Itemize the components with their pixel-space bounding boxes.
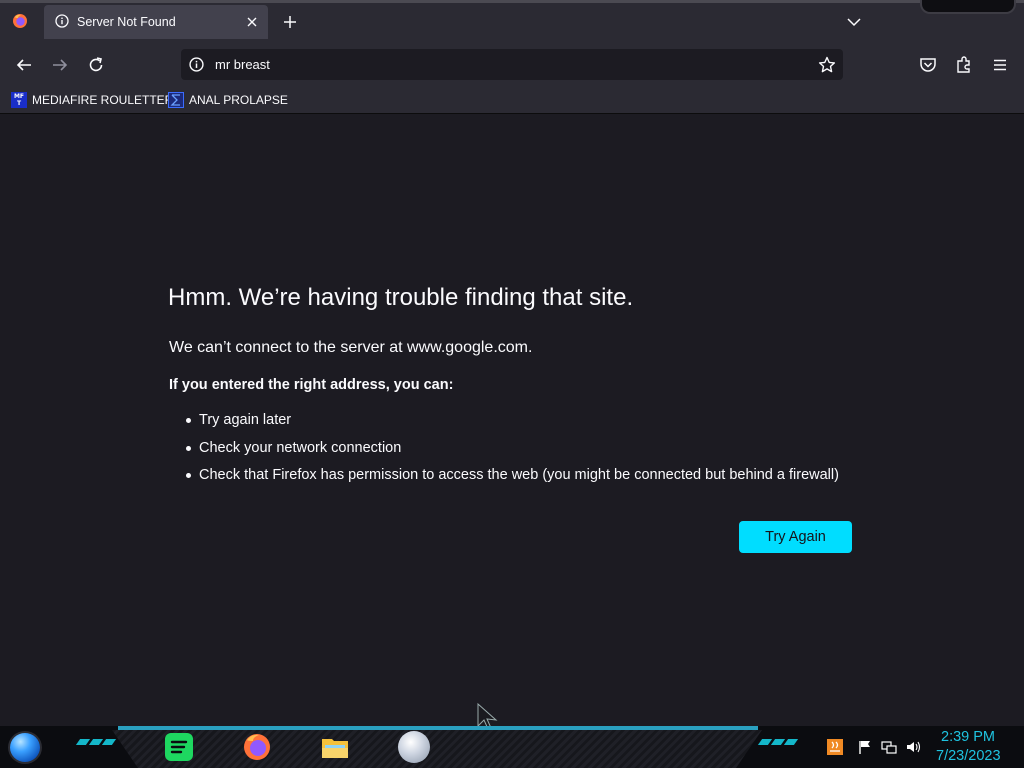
bookmark-mediafire-rouletter[interactable]: MF T MEDIAFIRE ROULETTER xyxy=(11,91,173,108)
window-top-border xyxy=(0,0,1024,3)
list-item: Check your network connection xyxy=(169,438,839,466)
list-item: Check that Firefox has permission to acc… xyxy=(169,465,839,493)
taskbar-center-panel xyxy=(112,730,762,768)
taskbar-decoration xyxy=(75,739,117,747)
file-explorer-icon[interactable] xyxy=(320,732,350,762)
firefox-icon[interactable] xyxy=(242,732,272,762)
new-tab-icon[interactable] xyxy=(280,12,300,32)
firefox-icon[interactable] xyxy=(12,13,28,29)
error-hint: If you entered the right address, you ca… xyxy=(169,377,454,393)
back-arrow-icon[interactable] xyxy=(14,55,34,75)
mediafire-icon: MF T xyxy=(11,91,27,108)
clock-time[interactable]: 2:39 PM xyxy=(941,729,995,745)
sphere-icon[interactable] xyxy=(398,731,430,763)
pocket-icon[interactable] xyxy=(918,55,938,75)
window-decoration xyxy=(920,0,1016,14)
info-icon xyxy=(55,14,69,28)
clock-date[interactable]: 7/23/2023 xyxy=(936,748,1001,764)
chevron-down-icon[interactable] xyxy=(845,13,863,31)
spotify-icon[interactable] xyxy=(164,732,194,762)
info-icon[interactable] xyxy=(189,57,204,72)
address-input[interactable]: mr breast xyxy=(215,57,270,72)
bookmark-anal-prolapse[interactable]: ANAL PROLAPSE xyxy=(168,91,288,108)
reload-icon[interactable] xyxy=(86,55,106,75)
flag-icon[interactable] xyxy=(857,739,873,755)
sigma-icon xyxy=(168,91,184,108)
java-update-icon[interactable] xyxy=(827,739,843,755)
network-icon[interactable] xyxy=(881,739,897,755)
tab-server-not-found[interactable]: Server Not Found xyxy=(44,5,268,39)
extensions-puzzle-icon[interactable] xyxy=(954,55,974,75)
try-again-button[interactable]: Try Again xyxy=(739,521,852,553)
error-page: Hmm. We’re having trouble finding that s… xyxy=(0,114,1024,726)
tab-strip: Server Not Found xyxy=(0,0,1024,44)
list-item: Try again later xyxy=(169,410,839,438)
bookmarks-toolbar: MF T MEDIAFIRE ROULETTER ANAL PROLAPSE xyxy=(0,86,1024,114)
error-description: We can’t connect to the server at www.go… xyxy=(169,339,533,356)
navigation-toolbar: mr breast xyxy=(0,44,1024,86)
address-bar[interactable]: mr breast xyxy=(181,49,843,80)
bookmark-star-icon[interactable] xyxy=(817,55,837,75)
bookmark-label: MEDIAFIRE ROULETTER xyxy=(32,92,174,107)
taskbar-decoration xyxy=(757,739,799,747)
taskbar: 2:39 PM 7/23/2023 xyxy=(0,726,1024,768)
close-tab-icon[interactable] xyxy=(242,12,262,32)
volume-icon[interactable] xyxy=(905,739,921,755)
taskbar-accent-strip xyxy=(118,726,758,730)
tab-title: Server Not Found xyxy=(77,15,176,29)
error-title: Hmm. We’re having trouble finding that s… xyxy=(168,284,634,311)
forward-arrow-icon[interactable] xyxy=(50,55,70,75)
start-orb[interactable] xyxy=(8,731,42,764)
hamburger-menu-icon[interactable] xyxy=(990,55,1010,75)
suggestion-list: Try again later Check your network conne… xyxy=(169,410,839,493)
bookmark-label: ANAL PROLAPSE xyxy=(189,92,288,107)
